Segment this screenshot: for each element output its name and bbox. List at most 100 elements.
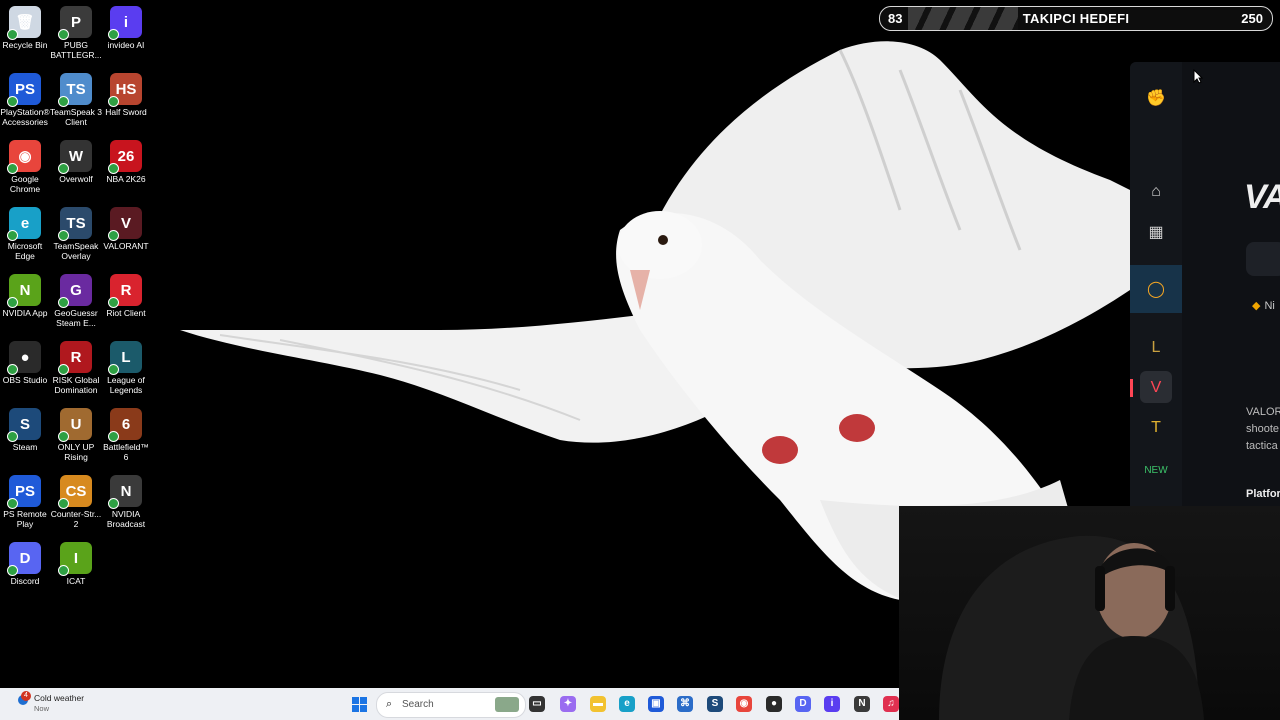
launcher-sidebar: ✊ ⌂ ▦ ◯ L V T NEW xyxy=(1130,62,1182,507)
game-badge: ◆ Ni xyxy=(1252,299,1275,312)
desktop-icon[interactable]: I ICAT xyxy=(50,536,102,586)
goal-target-count: 250 xyxy=(1241,11,1263,26)
desktop-icon[interactable]: PS PS Remote Play xyxy=(0,469,51,529)
app-icon: PS xyxy=(7,73,41,107)
desktop-icon[interactable]: U ONLY UP Rising xyxy=(50,402,102,462)
valorant-icon[interactable]: V xyxy=(1144,376,1168,400)
music-icon[interactable]: ♫ xyxy=(883,696,899,712)
copilot-icon[interactable]: ✦ xyxy=(560,696,576,712)
desktop-icon-label: Riot Client xyxy=(106,308,146,318)
desktop-icon-label: TeamSpeak 3 Client xyxy=(50,107,102,127)
game-title-logo: VA xyxy=(1244,178,1280,216)
app-icon: ◉ xyxy=(7,140,41,174)
desktop-icon[interactable]: 🗑 Recycle Bin xyxy=(0,0,51,50)
taskbar: 4 Cold weather Now ⌕ Search ▭ ✦ ▬ e ▣ ⌘ … xyxy=(0,688,899,720)
shortcut-badge-icon xyxy=(58,96,69,107)
play-button[interactable] xyxy=(1246,242,1280,276)
streamer-silhouette xyxy=(939,535,1204,720)
edge-icon[interactable]: e xyxy=(619,696,635,712)
home-icon[interactable]: ⌂ xyxy=(1144,180,1168,204)
desktop-icon[interactable]: N NVIDIA App xyxy=(0,268,51,318)
desktop-icon[interactable]: PS PlayStation® Accessories xyxy=(0,67,51,127)
discord-icon[interactable]: D xyxy=(795,696,811,712)
follower-goal-bar: 83 TAKIPCI HEDEFI 250 xyxy=(879,6,1273,31)
desktop-icon-label: TeamSpeak Overlay xyxy=(53,241,99,261)
shortcut-badge-icon xyxy=(108,29,119,40)
desktop-icon-label: GeoGuessr Steam E... xyxy=(54,308,98,328)
invideo-icon[interactable]: i xyxy=(824,696,840,712)
task-view-icon[interactable]: ▭ xyxy=(529,696,545,712)
shortcut-badge-icon xyxy=(7,364,18,375)
desktop-icon[interactable]: HS Half Sword xyxy=(100,67,152,117)
app-icon: CS xyxy=(58,475,92,509)
library-grid-icon[interactable]: ▦ xyxy=(1144,220,1168,244)
windows-logo-tile xyxy=(352,697,359,704)
shortcut-badge-icon xyxy=(108,364,119,375)
desktop-icon[interactable]: D Discord xyxy=(0,536,51,586)
desktop-icon[interactable]: L League of Legends xyxy=(100,335,152,395)
nvidia-broadcast-icon[interactable]: N xyxy=(854,696,870,712)
new-game-icon[interactable]: NEW xyxy=(1144,458,1168,482)
shortcut-badge-icon xyxy=(58,163,69,174)
desktop-icon[interactable]: e Microsoft Edge xyxy=(0,201,51,261)
store-icon[interactable]: ▣ xyxy=(648,696,664,712)
desktop-icon[interactable]: P PUBG BATTLEGR... xyxy=(50,0,102,60)
desktop-icon[interactable]: S Steam xyxy=(0,402,51,452)
remote-play-icon[interactable]: ⌘ xyxy=(677,696,693,712)
app-icon: I xyxy=(58,542,92,576)
sidebar-selected-indicator xyxy=(1130,379,1133,397)
desktop-icon-label: ICAT xyxy=(66,576,86,586)
shortcut-badge-icon xyxy=(7,96,18,107)
desktop-icon[interactable]: 6 Battlefield™ 6 xyxy=(100,402,152,462)
app-icon: ● xyxy=(7,341,41,375)
app-icon: D xyxy=(7,542,41,576)
search-icon: ⌕ xyxy=(386,698,393,710)
shortcut-badge-icon xyxy=(7,431,18,442)
league-of-legends-icon[interactable]: L xyxy=(1144,336,1168,360)
desktop-icon[interactable]: TS TeamSpeak Overlay xyxy=(50,201,102,261)
shortcut-badge-icon xyxy=(58,297,69,308)
app-icon: PS xyxy=(7,475,41,509)
diamond-icon: ◆ xyxy=(1252,300,1261,312)
app-icon: TS xyxy=(58,207,92,241)
taskbar-search[interactable]: ⌕ Search xyxy=(376,692,526,718)
app-icon: V xyxy=(108,207,142,241)
desktop-icon-label: Battlefield™ 6 xyxy=(103,442,149,462)
app-icon: e xyxy=(7,207,41,241)
riot-fist-icon[interactable]: ✊ xyxy=(1144,86,1168,110)
overwolf-ring-icon[interactable]: ◯ xyxy=(1144,277,1168,301)
desktop-icon[interactable]: 26 NBA 2K26 xyxy=(100,134,152,184)
steam-icon[interactable]: S xyxy=(707,696,723,712)
desktop-icon[interactable]: i invideo AI xyxy=(100,0,152,50)
shortcut-badge-icon xyxy=(108,498,119,509)
desktop-icon[interactable]: CS Counter-Str... 2 xyxy=(50,469,102,529)
shortcut-badge-icon xyxy=(58,565,69,576)
desktop-icon-label: Google Chrome xyxy=(9,174,41,194)
desktop-icon-label: PS Remote Play xyxy=(3,509,47,529)
desktop-icon-label: VALORANT xyxy=(103,241,149,251)
desktop-icon[interactable]: G GeoGuessr Steam E... xyxy=(50,268,102,328)
game-badge-text: Ni xyxy=(1264,300,1275,312)
desktop-icon[interactable]: ◉ Google Chrome xyxy=(0,134,51,194)
desktop-icon-label: NVIDIA Broadcast xyxy=(106,509,146,529)
desktop-icon[interactable]: R Riot Client xyxy=(100,268,152,318)
teamfight-tactics-icon[interactable]: T xyxy=(1144,416,1168,440)
shortcut-badge-icon xyxy=(108,431,119,442)
app-icon: R xyxy=(108,274,142,308)
desktop-icon[interactable]: ● OBS Studio xyxy=(0,335,51,385)
desktop-icon-label: League of Legends xyxy=(107,375,145,395)
file-explorer-icon[interactable]: ▬ xyxy=(590,696,606,712)
desktop-icon[interactable]: N NVIDIA Broadcast xyxy=(100,469,152,529)
app-icon: W xyxy=(58,140,92,174)
desktop-icon[interactable]: TS TeamSpeak 3 Client xyxy=(50,67,102,127)
chrome-icon[interactable]: ◉ xyxy=(736,696,752,712)
desktop-icon[interactable]: V VALORANT xyxy=(100,201,152,251)
desktop-icon-label: OBS Studio xyxy=(2,375,48,385)
app-icon: 🗑 xyxy=(7,6,41,40)
platforms-heading: Platfor xyxy=(1246,488,1280,500)
obs-icon[interactable]: ● xyxy=(766,696,782,712)
start-button[interactable] xyxy=(352,697,367,712)
app-icon: S xyxy=(7,408,41,442)
desktop-icon[interactable]: R RISK Global Domination xyxy=(50,335,102,395)
desktop-icon[interactable]: W Overwolf xyxy=(50,134,102,184)
